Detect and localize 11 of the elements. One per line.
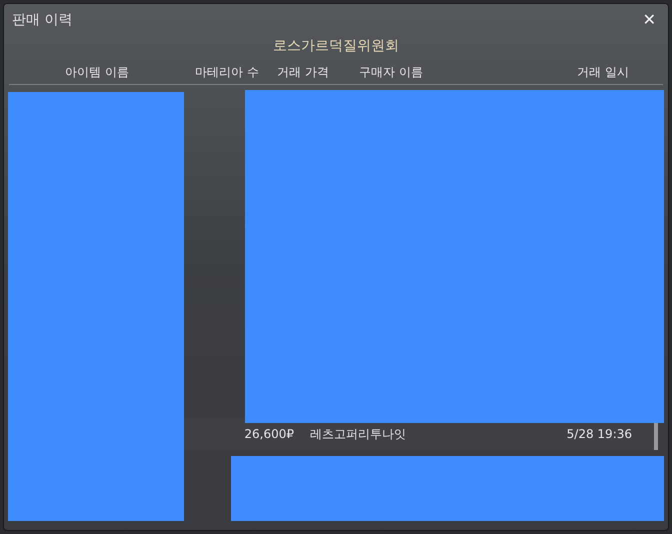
date-cell: 5/28 19:36 — [566, 427, 632, 441]
buyer-cell: 레츠고퍼리투나잇 — [310, 427, 406, 441]
close-button[interactable]: ✕ — [638, 12, 660, 28]
column-header: 거래 가격 — [277, 65, 329, 79]
column-header: 거래 일시 — [577, 65, 629, 79]
window-title: 판매 이력 — [12, 10, 72, 30]
column-header: 마테리아 수 — [195, 65, 259, 79]
guild-name: 로스가르덕질위원회 — [273, 37, 399, 56]
column-header: 아이템 이름 — [65, 65, 129, 79]
price-cell: 26,600₽ — [244, 427, 294, 441]
column-header: 구매자 이름 — [359, 65, 423, 79]
